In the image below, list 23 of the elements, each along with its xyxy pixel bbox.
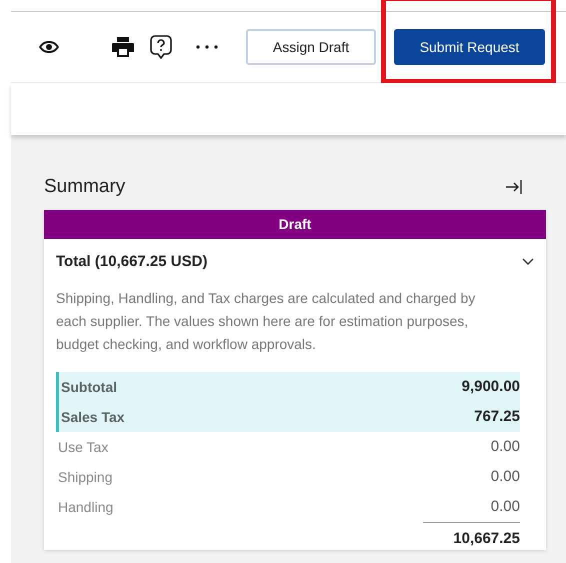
total-heading: Total (10,667.25 USD) (56, 252, 208, 272)
summary-note: Shipping, Handling, and Tax charges are calculated and charged by each supplier. The values shown here are for estimation purposes, budget checking, and workflow approvals. (56, 289, 476, 354)
row-value: 9,900.00 (462, 376, 520, 397)
assign-button[interactable]: Assign Draft (246, 29, 376, 65)
row-label: Use Tax (58, 438, 108, 456)
printer-icon[interactable] (112, 37, 134, 57)
row-label: Sales Tax (61, 408, 125, 426)
status-banner: Draft (44, 210, 546, 238)
row-value: 0.00 (490, 496, 520, 517)
row-value: 0.00 (490, 436, 520, 457)
summary-title: Summary (44, 175, 126, 199)
row-label: Shipping (58, 468, 112, 487)
row-label: Handling (58, 498, 114, 517)
help-icon[interactable] (150, 35, 172, 59)
row-value: 0.00 (490, 466, 520, 487)
collapse-panel-icon[interactable] (505, 179, 523, 196)
eye-icon[interactable] (38, 40, 60, 54)
more-icon[interactable] (196, 45, 218, 49)
grand-total: 10,667.25 (423, 522, 520, 550)
submit-button[interactable]: Submit Request (394, 29, 545, 65)
chevron-down-icon[interactable] (522, 258, 534, 266)
row-label: Subtotal (61, 378, 117, 396)
row-value: 767.25 (474, 406, 520, 427)
